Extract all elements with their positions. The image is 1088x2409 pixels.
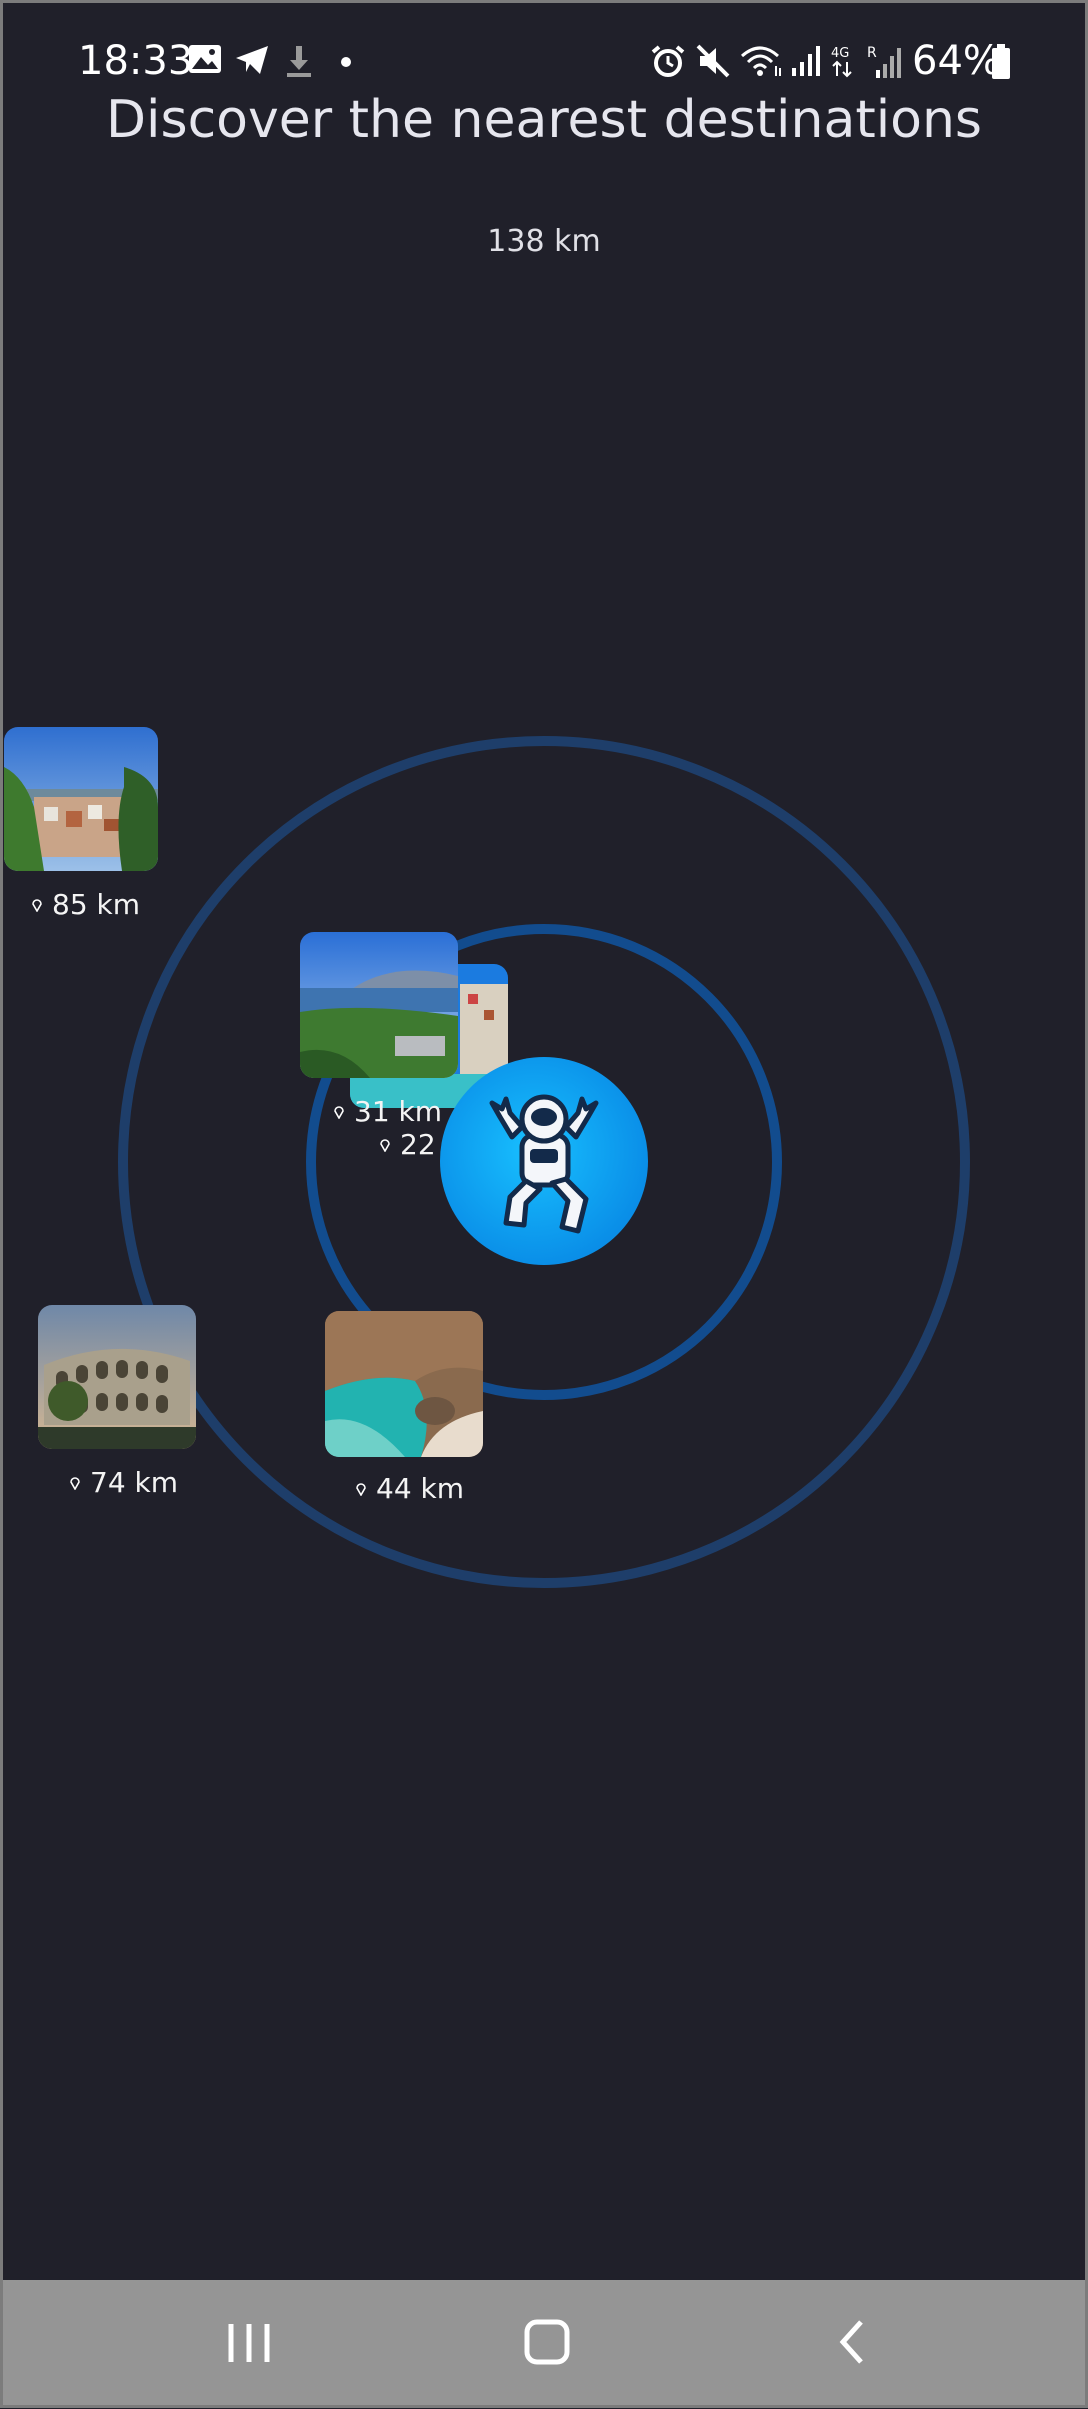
home-icon <box>524 2319 570 2365</box>
destination-distance: 44 km <box>356 1472 464 1505</box>
recent-apps-icon <box>228 2324 270 2362</box>
astronaut-icon <box>489 1094 599 1234</box>
destination-photo[interactable] <box>300 932 458 1078</box>
destination-photo[interactable] <box>325 1311 483 1457</box>
destination-distance: 74 km <box>70 1466 178 1499</box>
distance-text: 31 km <box>354 1095 443 1128</box>
back-icon <box>839 2320 863 2364</box>
distance-text: 44 km <box>376 1472 465 1505</box>
recent-apps-button[interactable] <box>179 2280 319 2405</box>
destination-distance: 31 km <box>334 1095 442 1128</box>
navigation-bar <box>3 2280 1085 2405</box>
location-pin-icon <box>334 1105 344 1119</box>
destination-distance: 85 km <box>32 888 140 921</box>
location-pin-icon <box>32 898 42 912</box>
destination-photo[interactable] <box>4 727 158 871</box>
distance-text: 74 km <box>90 1466 179 1499</box>
user-avatar[interactable] <box>440 1057 648 1265</box>
distance-text: 85 km <box>52 888 141 921</box>
location-pin-icon <box>356 1482 366 1496</box>
destination-photo[interactable] <box>38 1305 196 1449</box>
back-button[interactable] <box>783 2280 923 2405</box>
location-pin-icon <box>380 1138 390 1152</box>
home-button[interactable] <box>477 2280 617 2405</box>
location-pin-icon <box>70 1476 80 1490</box>
